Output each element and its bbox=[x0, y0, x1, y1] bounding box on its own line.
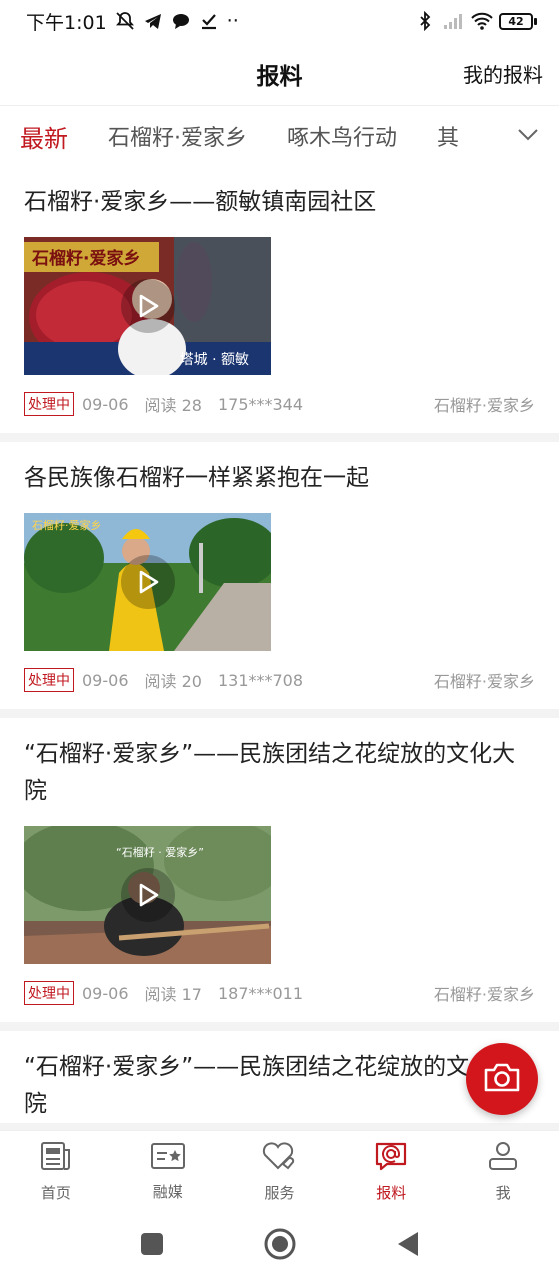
post-meta: 处理中 09-06 阅读 20 131***708 石榴籽·爱家乡 bbox=[24, 651, 535, 709]
bluetooth-icon bbox=[415, 10, 435, 32]
thumbnail-caption: 石榴籽·爱家乡 bbox=[32, 519, 102, 532]
video-thumbnail[interactable]: 石榴籽·爱家乡 bbox=[24, 513, 271, 651]
play-icon bbox=[137, 570, 159, 594]
nav-label: 首页 bbox=[40, 1184, 71, 1202]
download-check-icon bbox=[199, 11, 219, 31]
nav-label: 报料 bbox=[376, 1184, 407, 1202]
tabs-expand-button[interactable] bbox=[489, 106, 559, 166]
nav-item-home[interactable]: 首页 bbox=[0, 1131, 112, 1212]
nav-item-service[interactable]: 服务 bbox=[224, 1131, 336, 1212]
post-category[interactable]: 石榴籽·爱家乡 bbox=[434, 668, 535, 692]
nav-item-media[interactable]: 融媒 bbox=[112, 1131, 224, 1212]
home-button[interactable] bbox=[264, 1228, 296, 1264]
play-button[interactable] bbox=[120, 279, 175, 333]
thumbnail-caption: 石榴籽·爱家乡 bbox=[32, 249, 141, 269]
page-title: 报料 bbox=[256, 63, 303, 90]
media-card-icon bbox=[150, 1141, 186, 1175]
post-read-count: 阅读 17 bbox=[144, 985, 202, 1004]
list-item[interactable]: 石榴籽·爱家乡——额敏镇南园社区 石榴籽·爱家乡 塔城 · 额敏 处理中 09-… bbox=[0, 166, 559, 442]
tab-woodpecker-action[interactable]: 啄木鸟行动 bbox=[287, 120, 397, 152]
camera-report-button[interactable] bbox=[466, 1043, 538, 1115]
news-icon bbox=[39, 1140, 73, 1176]
play-button[interactable] bbox=[120, 868, 175, 922]
post-date: 09-06 bbox=[82, 670, 129, 690]
battery-level: 42 bbox=[499, 12, 533, 30]
post-title[interactable]: “石榴籽·爱家乡”——民族团结之花绽放的文化大院 bbox=[24, 736, 535, 810]
tab-latest[interactable]: 最新 bbox=[20, 119, 68, 154]
post-meta: 处理中 09-06 阅读 28 175***344 石榴籽·爱家乡 bbox=[24, 375, 535, 433]
chevron-down-icon bbox=[517, 127, 539, 146]
nav-label: 我 bbox=[495, 1184, 511, 1202]
post-title[interactable]: 石榴籽·爱家乡——额敏镇南园社区 bbox=[24, 184, 535, 221]
thumbnail-subtitle: 塔城 · 额敏 bbox=[179, 352, 249, 368]
video-thumbnail[interactable]: “石榴籽 · 爱家乡” bbox=[24, 826, 271, 964]
post-category[interactable]: 石榴籽·爱家乡 bbox=[434, 981, 535, 1005]
list-item[interactable]: “石榴籽·爱家乡”——民族团结之花绽放的文化大院 “石榴籽 · 爱家乡” 处理中 bbox=[0, 718, 559, 1031]
wifi-icon bbox=[471, 11, 493, 31]
post-user: 175***344 bbox=[217, 394, 304, 414]
my-reports-link[interactable]: 我的报料 bbox=[463, 59, 543, 88]
status-bar: 下午1:01 ·· 42 bbox=[0, 0, 559, 42]
post-read-count: 阅读 20 bbox=[144, 672, 202, 691]
tab-pomegranate-hometown[interactable]: 石榴籽·爱家乡 bbox=[108, 120, 247, 152]
post-meta: 处理中 09-06 阅读 17 187***011 石榴籽·爱家乡 bbox=[24, 964, 535, 1022]
battery-indicator: 42 bbox=[499, 12, 537, 30]
camera-icon bbox=[483, 1061, 521, 1097]
status-more-dots: ·· bbox=[226, 10, 239, 32]
report-chat-icon bbox=[374, 1140, 408, 1176]
top-header: 报料 我的报料 bbox=[0, 42, 559, 106]
nav-item-me[interactable]: 我 bbox=[447, 1131, 559, 1212]
telegram-icon bbox=[143, 11, 163, 31]
tab-other[interactable]: 其 bbox=[437, 120, 459, 152]
post-date: 09-06 bbox=[82, 394, 129, 414]
report-feed[interactable]: 石榴籽·爱家乡——额敏镇南园社区 石榴籽·爱家乡 塔城 · 额敏 处理中 09-… bbox=[0, 166, 559, 1130]
post-title[interactable]: 各民族像石榴籽一样紧紧抱在一起 bbox=[24, 460, 535, 497]
bottom-navigation: 首页 融媒 服务 报料 我 bbox=[0, 1130, 559, 1212]
nav-label: 服务 bbox=[264, 1184, 295, 1202]
post-read-count: 阅读 28 bbox=[144, 396, 202, 415]
category-tabs: 最新 石榴籽·爱家乡 啄木鸟行动 其 bbox=[0, 106, 559, 166]
heart-service-icon bbox=[261, 1140, 297, 1176]
nav-item-report[interactable]: 报料 bbox=[335, 1131, 447, 1212]
status-badge: 处理中 bbox=[24, 392, 74, 416]
recent-apps-button[interactable] bbox=[140, 1232, 164, 1260]
thumbnail-caption: “石榴籽 · 爱家乡” bbox=[116, 846, 204, 859]
play-icon bbox=[137, 294, 159, 318]
status-time: 下午1:01 bbox=[26, 11, 107, 34]
user-icon bbox=[486, 1140, 520, 1176]
system-navigation-bar bbox=[0, 1212, 559, 1280]
play-button[interactable] bbox=[120, 555, 175, 609]
status-badge: 处理中 bbox=[24, 668, 74, 692]
nav-label: 融媒 bbox=[152, 1183, 183, 1201]
mute-bell-icon bbox=[115, 11, 135, 31]
video-thumbnail[interactable]: 石榴籽·爱家乡 塔城 · 额敏 bbox=[24, 237, 271, 375]
back-button[interactable] bbox=[396, 1230, 420, 1262]
chat-bubble-icon bbox=[171, 11, 191, 31]
post-user: 187***011 bbox=[217, 983, 304, 1003]
post-date: 09-06 bbox=[82, 983, 129, 1003]
post-title[interactable]: “石榴籽·爱家乡”——民族团结之花绽放的文化大院 bbox=[24, 1049, 535, 1123]
post-user: 131***708 bbox=[217, 670, 304, 690]
post-category[interactable]: 石榴籽·爱家乡 bbox=[434, 392, 535, 416]
play-icon bbox=[137, 883, 159, 907]
status-badge: 处理中 bbox=[24, 981, 74, 1005]
signal-icon bbox=[443, 11, 463, 31]
list-item[interactable]: 各民族像石榴籽一样紧紧抱在一起 石榴籽·爱家乡 处理中 09-06 阅读 20 … bbox=[0, 442, 559, 718]
